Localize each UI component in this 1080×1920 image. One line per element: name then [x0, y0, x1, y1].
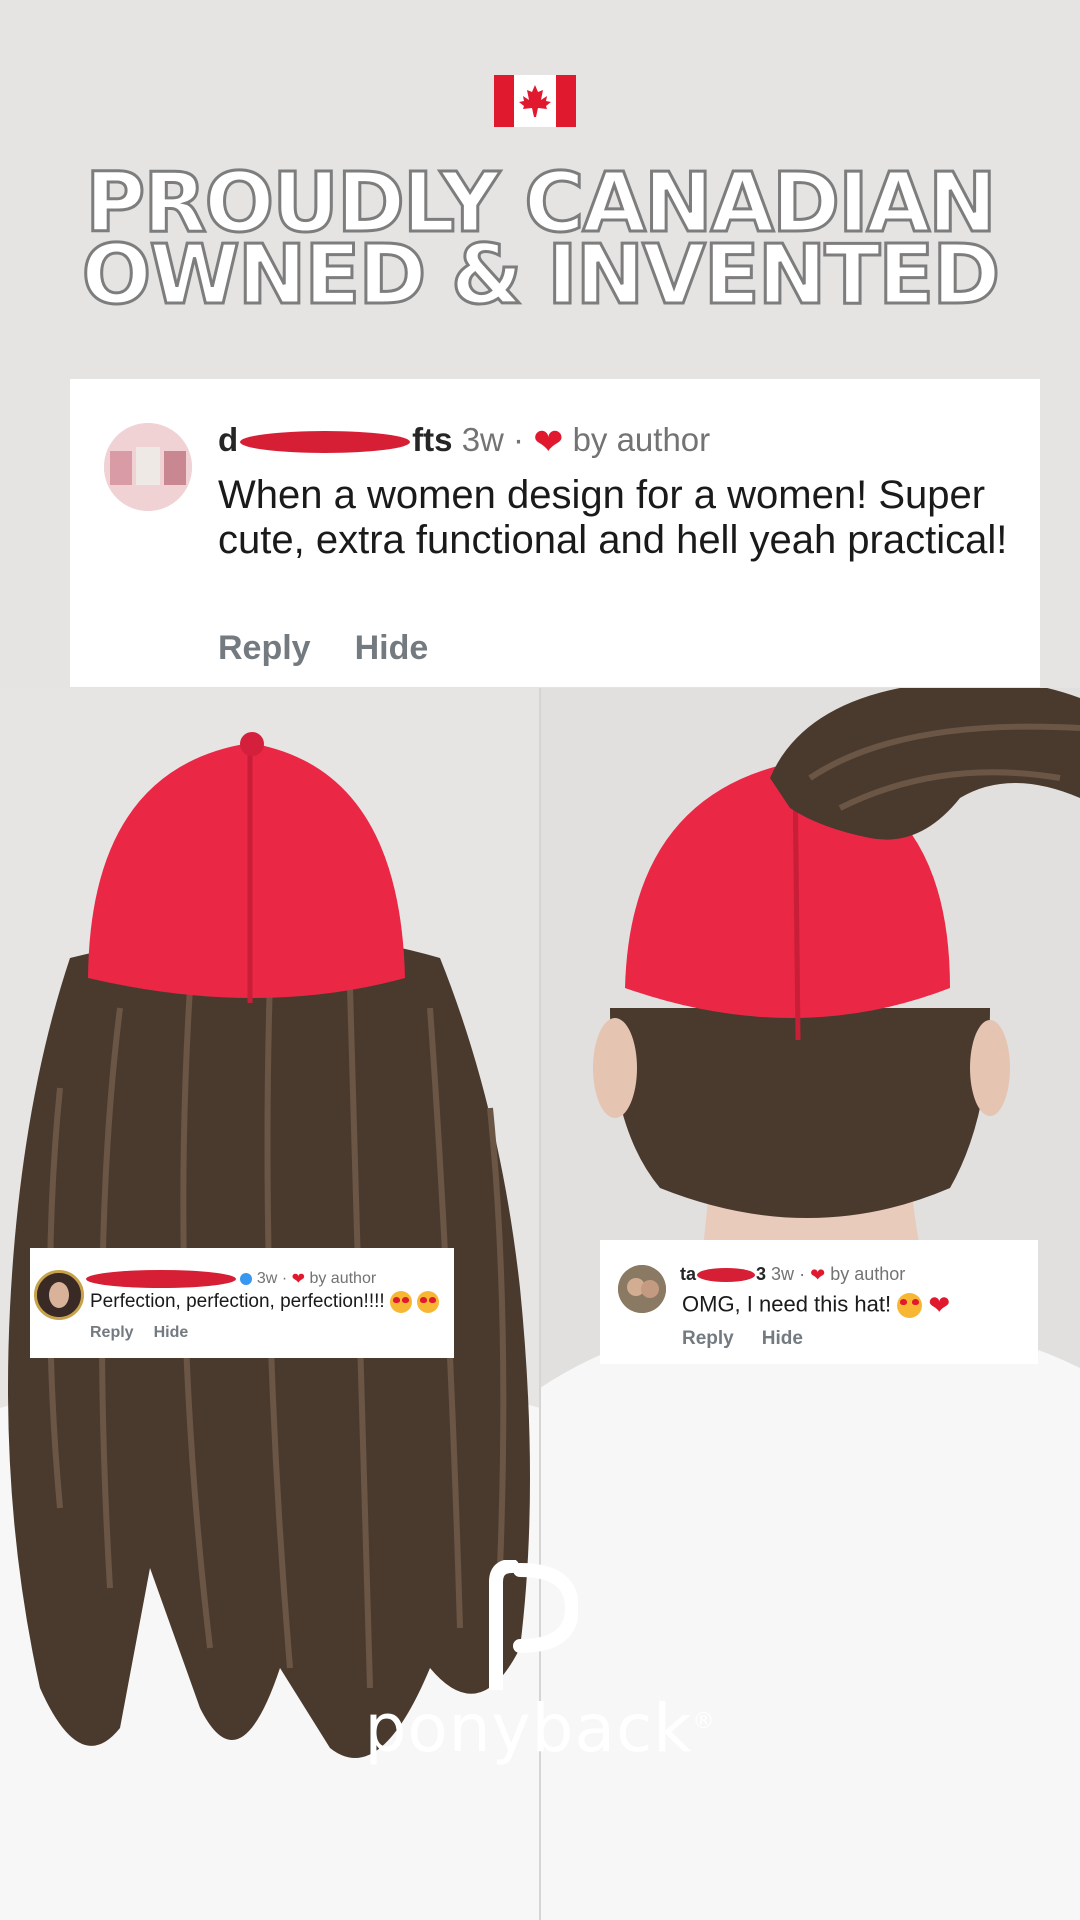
heart-eyes-emoji-icon [389, 1291, 412, 1313]
hide-button[interactable]: Hide [154, 1324, 189, 1341]
username[interactable]: d fts [218, 421, 453, 458]
comment-meta: 3w · ❤ by author [86, 1269, 376, 1289]
separator: · [513, 421, 525, 458]
heart-icon: ❤ [291, 1271, 305, 1288]
avatar[interactable] [618, 1265, 666, 1313]
avatar[interactable] [104, 423, 192, 511]
comment-meta: ta 3 3w · ❤ by author [680, 1264, 905, 1286]
separator: · [281, 1270, 288, 1288]
comment-actions: Reply Hide [90, 1324, 188, 1342]
comment-text: When a women design for a women! Super c… [218, 473, 1008, 562]
comment-time: 3w [771, 1264, 795, 1284]
separator: · [799, 1264, 806, 1284]
comment-meta: d fts 3w · ❤ by author [218, 421, 710, 463]
brand-wordmark: ponyback® [0, 1690, 1080, 1767]
comment-time: 3w [461, 421, 504, 458]
headline-line-2: OWNED & INVENTED [80, 228, 1002, 323]
registered-mark: ® [692, 1709, 716, 1734]
comment-card-main: d fts 3w · ❤ by author When a women desig… [70, 379, 1040, 687]
red-heart-emoji-icon: ❤ [928, 1290, 951, 1320]
brand-name: ponyback [364, 1690, 693, 1767]
liked-by-author: by author [830, 1264, 906, 1284]
redaction-mark [240, 431, 411, 454]
reply-button[interactable]: Reply [218, 629, 311, 667]
verified-icon [240, 1273, 253, 1285]
avatar[interactable] [34, 1270, 84, 1320]
liked-by-author: by author [572, 421, 711, 458]
comment-text: OMG, I need this hat! ❤ [682, 1290, 951, 1320]
username[interactable]: ta 3 [680, 1264, 766, 1284]
canada-flag-icon [494, 75, 576, 127]
comment-text: Perfection, perfection, perfection!!!! [90, 1291, 440, 1313]
ponyback-logo-icon [489, 1560, 578, 1690]
liked-by-author: by author [309, 1270, 377, 1288]
heart-eyes-emoji-icon [417, 1291, 440, 1313]
heart-icon: ❤ [810, 1264, 826, 1285]
redaction-mark [697, 1268, 756, 1283]
comment-card-left: 3w · ❤ by author Perfection, perfection,… [30, 1248, 454, 1358]
hide-button[interactable]: Hide [355, 629, 429, 667]
hide-button[interactable]: Hide [762, 1328, 803, 1349]
comment-time: 3w [256, 1270, 278, 1288]
reply-button[interactable]: Reply [90, 1324, 134, 1341]
reply-button[interactable]: Reply [682, 1328, 734, 1349]
heart-eyes-emoji-icon [897, 1293, 923, 1318]
headline: PROUDLY CANADIAN OWNED & INVENTED [0, 161, 1080, 323]
comment-actions: Reply Hide [682, 1328, 803, 1350]
comment-card-right: ta 3 3w · ❤ by author OMG, I need this ha… [600, 1240, 1038, 1364]
comment-actions: Reply Hide [218, 629, 428, 668]
heart-icon: ❤ [533, 421, 564, 463]
redaction-mark [86, 1270, 236, 1288]
